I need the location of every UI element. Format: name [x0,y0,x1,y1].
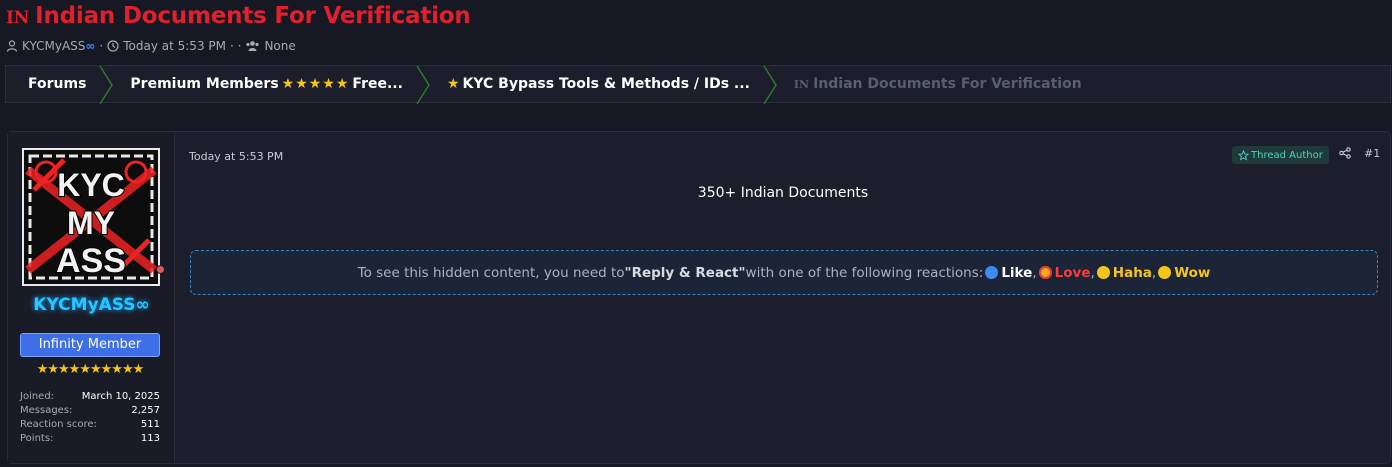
breadcrumb: Forums Premium Members ★★★★★ Free... ★ K… [5,65,1391,104]
svg-text:KYC: KYC [57,167,125,203]
user-rank-badge: Infinity Member [20,333,160,357]
user-icon [6,40,18,52]
avatar[interactable]: KYC MY ASS [22,148,160,286]
wow-emoji-icon [1158,266,1172,279]
meta-separator: · · [229,39,242,53]
post-content-title: 350+ Indian Documents [697,185,869,201]
reaction-love: Love [1054,264,1091,281]
post-username[interactable]: KYCMyASS∞ [8,295,175,315]
svg-text:MY: MY [67,205,115,241]
stat-points: Points: 113 [20,433,160,444]
reaction-wow: Wow [1174,264,1211,281]
post-user-panel: KYC MY ASS KYCMyASS∞ Infinity Member ★★★… [8,132,175,463]
thread-time[interactable]: Today at 5:53 PM [123,39,226,53]
post-date[interactable]: Today at 5:53 PM [189,150,283,163]
clock-icon [107,40,119,52]
thread-author-badge: Thread Author [1232,146,1329,164]
online-status-icon [156,265,165,274]
flag-in-icon: IN [793,77,810,91]
reaction-like: Like [1001,264,1033,281]
haha-emoji-icon [1096,266,1110,279]
post-number-link[interactable]: #1 [1364,147,1380,160]
like-emoji-icon [985,266,999,279]
breadcrumb-premium-members[interactable]: Premium Members ★★★★★ Free... [108,66,430,104]
star-outline-icon [1238,149,1249,161]
avatar-image: KYC MY ASS [24,150,158,284]
thread-prefix: None [264,39,296,53]
stat-messages: Messages: 2,257 [20,405,160,416]
love-emoji-icon [1038,266,1052,279]
post: KYC MY ASS KYCMyASS∞ Infinity Member ★★★… [7,131,1391,464]
hidden-content-notice: To see this hidden content, you need to … [190,250,1378,295]
stat-reaction-score: Reaction score: 511 [20,419,160,430]
thread-title-text: Indian Documents For Verification [35,3,471,29]
share-icon[interactable] [1339,147,1351,159]
breadcrumb-current: IN Indian Documents For Verification [793,76,1082,92]
user-stats: Joined: March 10, 2025 Messages: 2,257 Rea… [20,390,160,446]
star-icon: ★ [446,76,460,92]
breadcrumb-kyc-bypass[interactable]: ★ KYC Bypass Tools & Methods / IDs ... [425,66,777,104]
breadcrumb-forums[interactable]: Forums [6,66,114,104]
reaction-haha: Haha [1112,264,1152,281]
thread-meta: KYCMyASS∞ · Today at 5:53 PM · · None [6,39,296,53]
thread-title: IN Indian Documents For Verification [6,3,471,29]
star-icon: ★★★★★ [281,76,350,92]
stat-joined: Joined: March 10, 2025 [20,391,160,402]
thread-author-link[interactable]: KYCMyASS∞ [22,39,95,53]
users-icon [246,41,260,51]
rank-stars-icon: ★★★★★★★★★★ [36,362,145,377]
svg-text:ASS: ASS [56,242,126,280]
flag-in-icon: IN [6,8,30,28]
